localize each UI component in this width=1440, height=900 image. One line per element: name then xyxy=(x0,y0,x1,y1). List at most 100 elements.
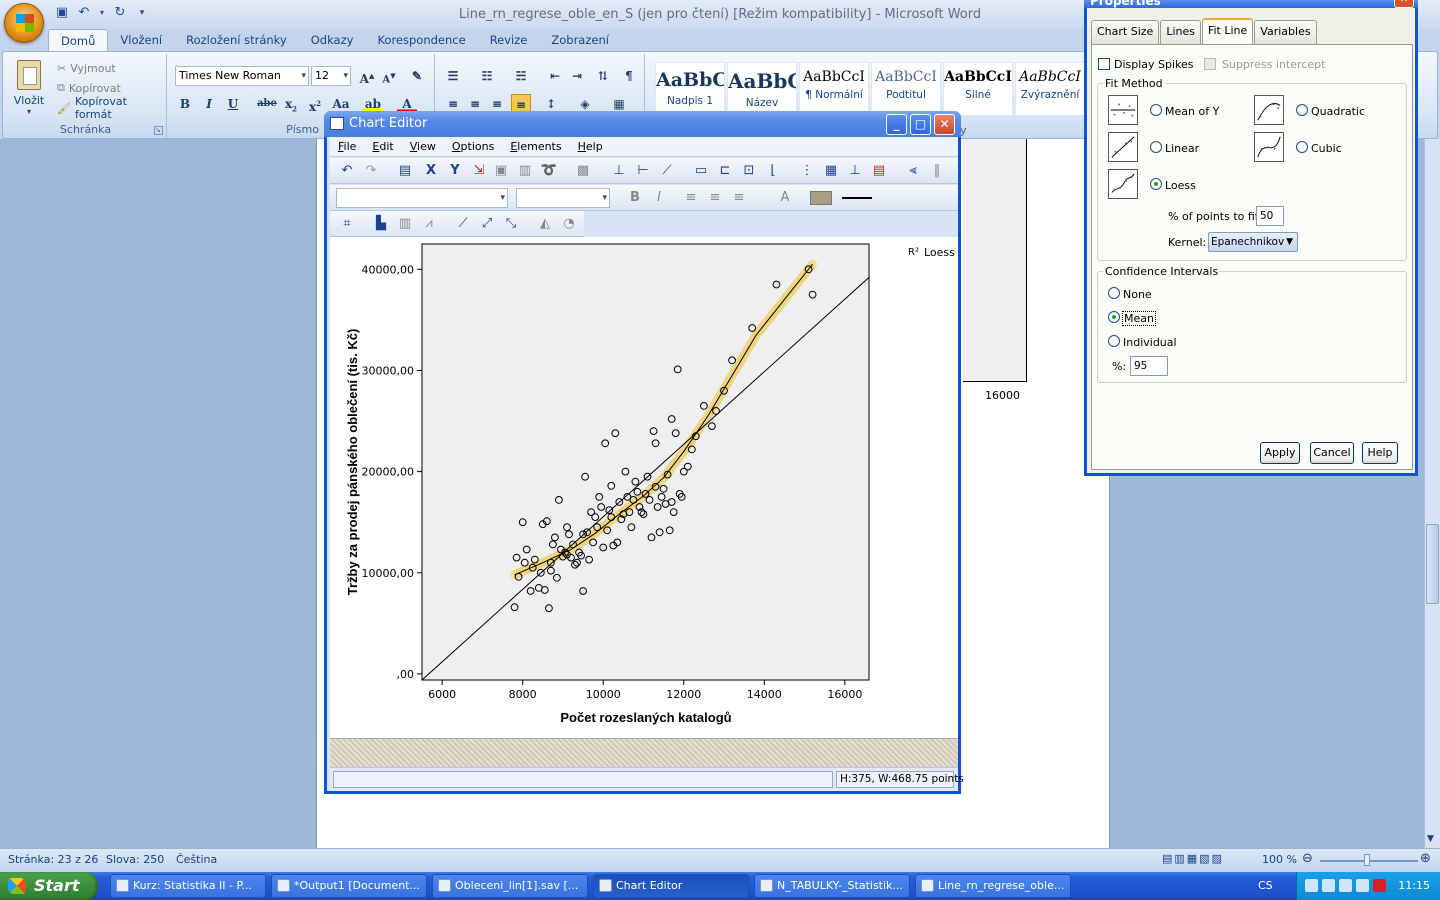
menu-file[interactable]: File xyxy=(330,137,364,156)
font-name-select[interactable]: Times New Roman xyxy=(175,66,309,86)
menu-options[interactable]: Options xyxy=(444,137,502,156)
network-icon[interactable] xyxy=(1305,879,1318,892)
task-data[interactable]: Obleceni_lin[1].sav [... xyxy=(432,874,588,898)
shrink-font-icon[interactable]: A▼ xyxy=(379,66,399,86)
status-language[interactable]: Čeština xyxy=(176,853,217,866)
select-icon[interactable]: ⌗ xyxy=(338,215,356,233)
style-strong[interactable]: AaBbCcI Silné xyxy=(943,62,1013,116)
wireless-icon[interactable] xyxy=(1322,879,1335,892)
y-axis-icon[interactable]: Y xyxy=(446,162,464,180)
ci-pct-input[interactable]: 95 xyxy=(1130,356,1168,376)
language-indicator[interactable]: CS xyxy=(1258,879,1273,892)
font-size-select[interactable] xyxy=(516,188,610,208)
clear-format-icon[interactable]: ✎ xyxy=(407,66,427,86)
style-subtitle[interactable]: AaBbCcI Podtitul xyxy=(871,62,941,116)
task-word-doc[interactable]: Line_rn_regrese_oble... xyxy=(915,874,1071,898)
footnote-icon[interactable]: ⌊ xyxy=(764,162,782,180)
italic-icon[interactable]: I xyxy=(199,94,219,114)
menu-edit[interactable]: Edit xyxy=(364,137,401,156)
scrollbar-thumb[interactable] xyxy=(1426,524,1439,604)
textbox-icon[interactable]: ⊡ xyxy=(740,162,758,180)
tab-home[interactable]: Domů xyxy=(48,29,109,51)
view-buttons[interactable]: ▤▥▦▧▨ xyxy=(1162,852,1224,865)
numbering-icon[interactable]: ☷ xyxy=(477,66,497,86)
show-data-icon[interactable]: ▩ xyxy=(574,162,592,180)
legend-icon[interactable]: ▤ xyxy=(870,162,888,180)
properties-close-button[interactable]: ✕ xyxy=(1394,0,1414,8)
tab-references[interactable]: Odkazy xyxy=(299,29,366,51)
superscript-icon[interactable]: x2 xyxy=(305,94,325,114)
line-style-select[interactable] xyxy=(842,197,872,199)
status-zoom[interactable]: 100 % xyxy=(1262,853,1297,866)
pie-icon[interactable]: ◔ xyxy=(560,215,578,233)
start-button[interactable]: Start xyxy=(0,872,98,900)
task-chart-editor[interactable]: Chart Editor xyxy=(593,874,749,898)
scroll-down-icon[interactable]: ▼ xyxy=(1427,834,1434,844)
style-normal[interactable]: AaBbCcI ¶ Normální xyxy=(799,62,869,116)
axis-icon[interactable]: ⊥ xyxy=(846,162,864,180)
bold-icon[interactable]: B xyxy=(626,189,644,207)
legend-loess[interactable]: Loess xyxy=(924,246,955,259)
plot-area[interactable] xyxy=(421,243,870,681)
format-painter-button[interactable]: 🖌 Kopírovat formát xyxy=(57,95,166,121)
status-page[interactable]: Stránka: 23 z 26 xyxy=(8,853,98,866)
style-emphasis[interactable]: AaBbCcI Zvýraznění xyxy=(1015,62,1085,116)
chart-editor-titlebar[interactable]: Chart Editor _ □ ✕ xyxy=(324,111,961,137)
close-button[interactable]: ✕ xyxy=(934,114,955,135)
interpolation-icon[interactable]: ⤡ xyxy=(502,215,520,233)
table-icon[interactable]: ▦ xyxy=(822,162,840,180)
task-statistika[interactable]: Kurz: Statistika II - P... xyxy=(110,874,266,898)
histogram-icon[interactable]: ▥ xyxy=(396,215,414,233)
text-color-icon[interactable]: A xyxy=(776,189,794,207)
clock[interactable]: 11:15 xyxy=(1398,879,1430,892)
ci-none-radio[interactable] xyxy=(1108,287,1120,299)
align-right-icon[interactable]: ≡ xyxy=(730,189,748,207)
bin-icon[interactable]: ▥ xyxy=(516,162,534,180)
annotation-icon[interactable]: ⊏ xyxy=(716,162,734,180)
undo-icon[interactable]: ↶ xyxy=(338,162,356,180)
menu-view[interactable]: View xyxy=(402,137,444,156)
status-words[interactable]: Slova: 250 xyxy=(106,853,164,866)
tab-fit-line[interactable]: Fit Line xyxy=(1201,18,1254,45)
increase-indent-icon[interactable]: ⇥ xyxy=(567,66,587,86)
align-left-icon[interactable]: ≡ xyxy=(682,189,700,207)
loess-radio[interactable] xyxy=(1150,178,1162,190)
tab-review[interactable]: Revize xyxy=(478,29,540,51)
reference-x-icon[interactable]: ⊥ xyxy=(610,162,628,180)
zoom-in-icon[interactable]: ⊕ xyxy=(1420,851,1431,866)
line-chart-icon[interactable]: ⩘ xyxy=(420,215,438,233)
apply-button[interactable]: Apply xyxy=(1260,442,1300,464)
menu-help[interactable]: Help xyxy=(570,137,611,156)
rescale-icon[interactable]: ⇲ xyxy=(470,162,488,180)
font-size-select[interactable]: 12 xyxy=(311,66,351,86)
strikethrough-icon[interactable]: abe xyxy=(257,94,277,114)
zoom-out-icon[interactable]: ⊖ xyxy=(1302,851,1313,866)
help-button[interactable]: Help xyxy=(1362,442,1398,464)
zoom-slider-thumb[interactable] xyxy=(1364,854,1370,866)
grow-font-icon[interactable]: A▲ xyxy=(357,66,377,86)
subgroup-fit-icon[interactable]: ⤢ xyxy=(478,215,496,233)
fit-total-icon[interactable]: ⫷ xyxy=(904,162,922,180)
menu-elements[interactable]: Elements xyxy=(502,137,569,156)
monitor-icon[interactable] xyxy=(1356,879,1369,892)
pilcrow-icon[interactable]: ¶ xyxy=(619,66,639,86)
tab-chart-size[interactable]: Chart Size xyxy=(1091,20,1160,44)
reference-eq-icon[interactable]: ⟋ xyxy=(658,162,676,180)
task-tabulky[interactable]: N_TABULKY-_Statistik... xyxy=(754,874,910,898)
minimize-button[interactable]: _ xyxy=(886,114,907,135)
vertical-scrollbar[interactable]: ▼ xyxy=(1424,139,1440,848)
y-axis-title[interactable]: Tržby za prodej pánského oblečení (tis. … xyxy=(345,329,360,596)
maximize-button[interactable]: □ xyxy=(910,114,931,135)
paste-button[interactable]: Vložit ▾ xyxy=(11,58,47,118)
subscript-icon[interactable]: x2 xyxy=(281,94,301,114)
scatter-chart[interactable]: ,00 10000,00 20000,00 30000,00 40000,00 6000… xyxy=(330,237,958,738)
multilevel-list-icon[interactable]: ☵ xyxy=(511,66,531,86)
lasso-icon[interactable]: ➰ xyxy=(540,162,558,180)
quadratic-radio[interactable] xyxy=(1296,104,1308,116)
task-output[interactable]: *Output1 [Document... xyxy=(271,874,427,898)
x-axis-icon[interactable]: X xyxy=(422,162,440,180)
reference-y-icon[interactable]: ⊢ xyxy=(634,162,652,180)
kernel-select[interactable]: Epanechnikov ▼ xyxy=(1208,232,1298,252)
scatter-fit-icon[interactable]: ⟋ xyxy=(454,215,472,233)
bar-chart-icon[interactable]: ▙ xyxy=(372,215,390,233)
